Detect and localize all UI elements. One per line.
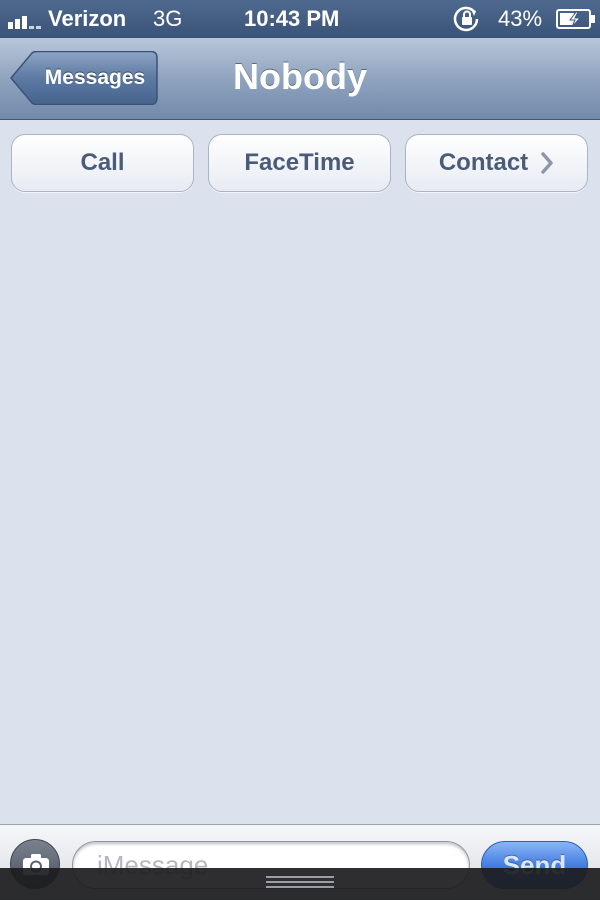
- facetime-button-label: FaceTime: [244, 149, 355, 176]
- call-button[interactable]: Call: [11, 134, 194, 192]
- contact-button[interactable]: Contact: [405, 134, 588, 192]
- back-button-messages[interactable]: Messages: [10, 51, 158, 105]
- network-type: 3G: [153, 6, 183, 31]
- navigation-bar: Messages Nobody: [0, 38, 600, 120]
- drag-handle-icon[interactable]: [266, 876, 334, 890]
- conversation-title: Nobody: [233, 56, 367, 97]
- status-bar: Verizon 3G 10:43 PM 43%: [0, 0, 600, 38]
- handle-line: [266, 876, 334, 878]
- battery-charging-icon: [556, 9, 595, 29]
- rotation-lock-icon: [453, 6, 479, 32]
- conversation-area[interactable]: [0, 210, 600, 824]
- battery-percent: 43%: [498, 6, 543, 31]
- handle-line: [266, 881, 334, 883]
- signal-icon: [8, 16, 41, 29]
- contact-button-label: Contact: [438, 149, 529, 176]
- handle-line: [266, 886, 334, 888]
- call-button-label: Call: [80, 149, 125, 176]
- carrier-name: Verizon: [48, 6, 127, 31]
- facetime-button[interactable]: FaceTime: [208, 134, 391, 192]
- chevron-right-icon: [541, 152, 553, 174]
- status-time: 10:43 PM: [244, 6, 340, 31]
- back-button-label: Messages: [44, 66, 146, 89]
